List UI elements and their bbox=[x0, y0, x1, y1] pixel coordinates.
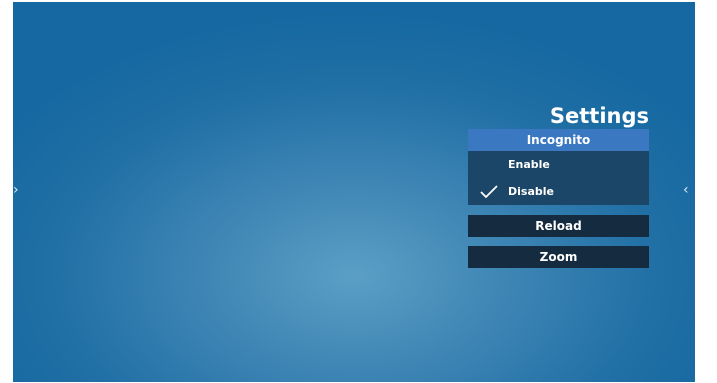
incognito-option-disable[interactable]: Disable bbox=[468, 178, 649, 205]
option-label: Disable bbox=[508, 185, 554, 198]
right-chevron-icon[interactable]: ‹ bbox=[683, 183, 689, 197]
screen-frame: › ‹ Settings Incognito Enable Disable Re… bbox=[13, 2, 695, 382]
zoom-button[interactable]: Zoom bbox=[468, 246, 649, 268]
reload-button[interactable]: Reload bbox=[468, 215, 649, 237]
incognito-option-enable[interactable]: Enable bbox=[468, 151, 649, 178]
left-chevron-icon[interactable]: › bbox=[13, 183, 19, 197]
option-label: Enable bbox=[508, 158, 550, 171]
settings-title: Settings bbox=[549, 104, 649, 128]
incognito-header[interactable]: Incognito bbox=[468, 129, 649, 151]
checkmark-icon bbox=[480, 185, 498, 199]
incognito-options: Enable Disable bbox=[468, 151, 649, 205]
